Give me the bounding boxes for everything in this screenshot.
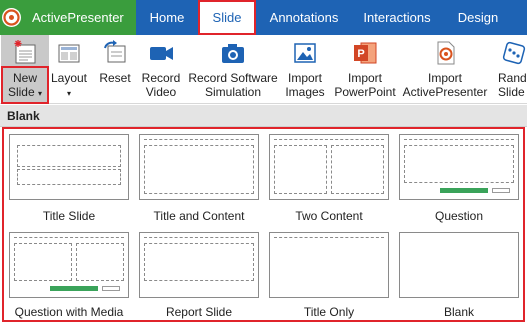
activepresenter-logo-icon: [2, 8, 21, 27]
import-powerpoint-label: Import PowerPoint: [330, 71, 400, 99]
layout-thumb-two-content[interactable]: [269, 134, 389, 200]
title-placeholder: [274, 139, 384, 140]
import-ppt-label-line2: PowerPoint: [334, 85, 396, 99]
svg-text:P: P: [357, 48, 364, 60]
clear-button-preview: [492, 188, 510, 193]
layout-label-title-and-content: Title and Content: [153, 209, 245, 223]
layout-label-blank: Blank: [443, 305, 475, 319]
import-powerpoint-button[interactable]: P Import PowerPoint: [330, 35, 400, 104]
tab-annotations[interactable]: Annotations: [256, 0, 352, 35]
video-camera-icon: [148, 40, 174, 66]
layout-button[interactable]: Layout ▾: [50, 35, 88, 104]
import-images-label: Import Images: [282, 71, 328, 99]
record-video-button[interactable]: Record Video: [138, 35, 184, 104]
title-placeholder: [274, 237, 384, 238]
tab-home[interactable]: Home: [136, 0, 198, 35]
reset-label: Reset: [99, 71, 131, 85]
record-video-label-line1: Record: [141, 71, 181, 85]
import-activepresenter-label: Import ActivePresenter: [402, 71, 488, 99]
report-placeholder: [144, 243, 254, 281]
left-content-placeholder: [274, 145, 327, 194]
tab-design[interactable]: Design: [442, 0, 514, 35]
layout-thumb-title-and-content[interactable]: [139, 134, 259, 200]
layout-icon: [56, 40, 82, 66]
layout-gallery: Title Slide Title and Content Two Conten…: [2, 127, 525, 322]
layout-label-title-slide: Title Slide: [42, 209, 96, 223]
reset-button[interactable]: Reset: [96, 35, 134, 104]
import-ppt-label-line1: Import: [347, 71, 382, 85]
layout-group-label: Blank: [7, 109, 40, 123]
content-placeholder: [144, 145, 254, 194]
title-placeholder: [17, 145, 121, 167]
layout-label-two-content: Two Content: [295, 209, 363, 223]
record-sim-label-line2: Simulation: [204, 85, 262, 99]
reset-icon: [102, 40, 128, 66]
image-icon: [292, 40, 318, 66]
app-name: ActivePresenter: [32, 10, 124, 25]
import-ap-label-line2: ActivePresenter: [402, 85, 488, 99]
layout-label-title-only: Title Only: [303, 305, 355, 319]
clear-button-preview: [102, 286, 120, 291]
layout-label-question-with-media: Question with Media: [14, 305, 124, 319]
tab-interactions[interactable]: Interactions: [352, 0, 442, 35]
question-placeholder: [404, 145, 514, 183]
activepresenter-file-icon: [432, 40, 458, 66]
media-placeholder: [76, 243, 124, 281]
powerpoint-icon: P: [352, 40, 378, 66]
random-slide-label: Rando Slide: [498, 71, 527, 99]
camera-icon: [220, 40, 246, 66]
submit-button-preview: [50, 286, 98, 291]
title-placeholder: [404, 139, 514, 140]
slide-ribbon: New Slide ▾ Layout ▾ Reset Record Video …: [0, 35, 527, 104]
import-images-label-line1: Import: [287, 71, 322, 85]
record-video-label-line2: Video: [145, 85, 177, 99]
layout-label-question: Question: [434, 209, 484, 223]
tab-slide[interactable]: Slide: [198, 0, 256, 35]
import-images-label-line2: Images: [285, 85, 325, 99]
new-slide-highlight: [1, 66, 49, 104]
import-images-button[interactable]: Import Images: [282, 35, 328, 104]
random-label-line1: Rando: [498, 71, 527, 85]
record-software-simulation-button[interactable]: Record Software Simulation: [186, 35, 280, 104]
layout-thumb-title-only[interactable]: [269, 232, 389, 298]
question-placeholder: [14, 243, 72, 281]
layout-label-text: Layout: [50, 71, 88, 85]
ribbon-tab-bar: ActivePresenter Home Slide Annotations I…: [0, 0, 527, 35]
layout-group-header: Blank: [0, 105, 527, 127]
layout-thumb-question-with-media[interactable]: [9, 232, 129, 298]
title-placeholder: [144, 139, 254, 140]
random-label-line2: Slide: [498, 85, 525, 99]
layout-thumb-title-slide[interactable]: [9, 134, 129, 200]
random-slide-button[interactable]: Rando Slide: [494, 35, 527, 104]
title-placeholder: [144, 237, 254, 238]
import-activepresenter-button[interactable]: Import ActivePresenter: [402, 35, 488, 104]
new-slide-icon: [12, 40, 38, 66]
app-menu-tab[interactable]: ActivePresenter: [0, 0, 136, 35]
layout-thumb-report-slide[interactable]: [139, 232, 259, 298]
right-content-placeholder: [331, 145, 384, 194]
record-sim-label-line1: Record Software: [188, 71, 278, 85]
submit-button-preview: [440, 188, 488, 193]
layout-label: Layout ▾: [50, 71, 88, 101]
dice-icon: [501, 40, 527, 66]
layout-thumb-question[interactable]: [399, 134, 519, 200]
subtitle-placeholder: [17, 169, 121, 185]
chevron-down-icon: ▾: [66, 89, 71, 98]
title-placeholder: [14, 237, 124, 238]
record-video-label: Record Video: [138, 71, 184, 99]
layout-thumb-blank[interactable]: [399, 232, 519, 298]
layout-label-report-slide: Report Slide: [165, 305, 233, 319]
record-software-simulation-label: Record Software Simulation: [186, 71, 280, 99]
import-ap-label-line1: Import: [427, 71, 462, 85]
